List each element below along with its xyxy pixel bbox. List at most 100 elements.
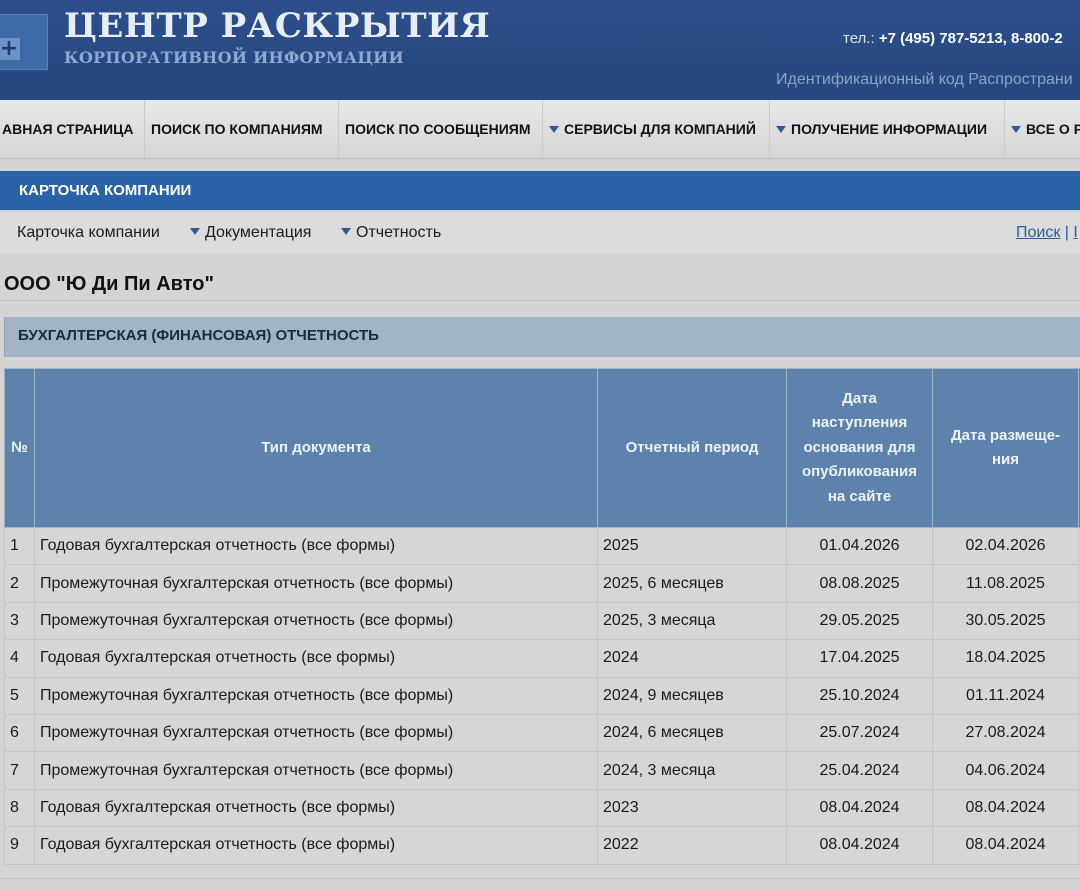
cell-post-date: 27.08.2024 xyxy=(932,713,1079,753)
nav-item-get-information[interactable]: ПОЛУЧЕНИЕ ИНФОРМАЦИИ xyxy=(770,100,1005,158)
cell-basis-date: 25.07.2024 xyxy=(786,713,933,753)
table-row[interactable]: 7 Промежуточная бухгалтерская отчетность … xyxy=(4,751,1080,790)
cell-doc-type: Годовая бухгалтерская отчетность (все фо… xyxy=(34,826,598,865)
table-row[interactable]: 2 Промежуточная бухгалтерская отчетность … xyxy=(4,564,1080,603)
table-header-row: № Тип документа Отчетный период Дата нас… xyxy=(4,368,1080,528)
subnav-item-reporting[interactable]: Отчетность xyxy=(341,212,441,254)
cell-period: 2022 xyxy=(597,826,787,865)
cell-post-date: 11.08.2025 xyxy=(932,564,1079,603)
subnav-item-label: Документация xyxy=(205,224,312,241)
reports-table: № Тип документа Отчетный период Дата нас… xyxy=(4,368,1080,865)
cell-post-date: 01.11.2024 xyxy=(932,676,1079,715)
company-name: ООО "Ю Ди Пи Авто" xyxy=(4,273,214,295)
table-row[interactable]: 5 Промежуточная бухгалтерская отчетность … xyxy=(4,676,1080,715)
company-card-title: КАРТОЧКА КОМПАНИИ xyxy=(19,182,192,199)
cell-post-date: 18.04.2025 xyxy=(932,639,1079,678)
cell-basis-date: 17.04.2025 xyxy=(786,639,933,678)
cell-period: 2025, 6 месяцев xyxy=(597,564,787,603)
cell-basis-date: 08.04.2024 xyxy=(786,826,933,865)
nav-item-message-search[interactable]: ПОИСК ПО СООБЩЕНИЯМ xyxy=(339,100,543,158)
main-nav: АВНАЯ СТРАНИЦА ПОИСК ПО КОМПАНИЯМ ПОИСК … xyxy=(0,100,1080,159)
cell-doc-type: Годовая бухгалтерская отчетность (все фо… xyxy=(34,788,598,828)
nav-item-home[interactable]: АВНАЯ СТРАНИЦА xyxy=(0,100,145,158)
search-link[interactable]: Поиск xyxy=(1016,224,1060,241)
site-header: + ЦЕНТР РАСКРЫТИЯ КОРПОРАТИВНОЙ ИНФОРМАЦ… xyxy=(0,0,1080,100)
cell-post-date: 04.06.2024 xyxy=(932,751,1079,790)
cell-period: 2025 xyxy=(597,526,787,566)
link-separator: | xyxy=(1060,224,1074,241)
cell-post-date: 30.05.2025 xyxy=(932,601,1079,641)
subnav-item-company-card[interactable]: Карточка компании xyxy=(17,212,160,254)
cell-post-date: 02.04.2026 xyxy=(932,526,1079,566)
nav-item-label: АВНАЯ СТРАНИЦА xyxy=(2,121,134,137)
table-row[interactable]: 8 Годовая бухгалтерская отчетность (все ф… xyxy=(4,788,1080,828)
col-header-doc-type: Тип документа xyxy=(34,368,598,528)
dropdown-arrow-icon xyxy=(549,125,559,133)
subnav-item-documentation[interactable]: Документация xyxy=(190,212,311,254)
phone-number: +7 (495) 787-5213, 8-800-2 xyxy=(878,30,1063,47)
site-subtitle: КОРПОРАТИВНОЙ ИНФОРМАЦИИ xyxy=(64,48,404,67)
dropdown-arrow-icon xyxy=(190,228,200,236)
plus-icon: + xyxy=(0,36,20,61)
cell-basis-date: 25.04.2024 xyxy=(786,751,933,790)
nav-item-company-search[interactable]: ПОИСК ПО КОМПАНИЯМ xyxy=(145,100,339,158)
col-header-number: № xyxy=(4,368,35,528)
cell-number: 8 xyxy=(4,788,35,828)
table-row[interactable]: 4 Годовая бухгалтерская отчетность (все ф… xyxy=(4,639,1080,678)
cell-period: 2024, 3 месяца xyxy=(597,751,787,790)
cell-number: 4 xyxy=(4,639,35,678)
subnav-item-label: Отчетность xyxy=(356,224,442,241)
site-title[interactable]: ЦЕНТР РАСКРЫТИЯ xyxy=(64,6,490,46)
cell-number: 2 xyxy=(4,564,35,603)
cell-number: 9 xyxy=(4,826,35,865)
divider xyxy=(0,878,1080,879)
nav-item-label: ПОИСК ПО КОМПАНИЯМ xyxy=(151,121,323,137)
cell-doc-type: Промежуточная бухгалтерская отчетность (… xyxy=(34,676,598,715)
cell-basis-date: 29.05.2025 xyxy=(786,601,933,641)
cell-doc-type: Промежуточная бухгалтерская отчетность (… xyxy=(34,751,598,790)
cell-doc-type: Промежуточная бухгалтерская отчетность (… xyxy=(34,564,598,603)
cell-number: 1 xyxy=(4,526,35,566)
nav-item-label: ПОИСК ПО СООБЩЕНИЯМ xyxy=(345,121,531,137)
subnav-links: Поиск | І xyxy=(1016,212,1078,254)
cell-period: 2024 xyxy=(597,639,787,678)
sub-nav: Карточка компании Документация Отчетност… xyxy=(0,212,1080,254)
cell-doc-type: Годовая бухгалтерская отчетность (все фо… xyxy=(34,526,598,566)
divider xyxy=(0,300,1080,301)
dropdown-arrow-icon xyxy=(776,125,786,133)
nav-item-company-services[interactable]: СЕРВИСЫ ДЛЯ КОМПАНИЙ xyxy=(543,100,770,158)
company-card-bar: КАРТОЧКА КОМПАНИИ xyxy=(0,171,1080,210)
distributor-id-text: Идентификационный код Распространи xyxy=(776,71,1073,88)
nav-item-label: СЕРВИСЫ ДЛЯ КОМПАНИЙ xyxy=(564,121,756,137)
phone-prefix: тел.: xyxy=(843,30,879,47)
cut-off-link[interactable]: І xyxy=(1073,224,1077,241)
dropdown-arrow-icon xyxy=(1011,125,1021,133)
cell-number: 3 xyxy=(4,601,35,641)
col-header-basis-date: Дата наступления основания для опубликов… xyxy=(786,368,933,528)
table-row[interactable]: 9 Годовая бухгалтерская отчетность (все ф… xyxy=(4,826,1080,865)
table-row[interactable]: 1 Годовая бухгалтерская отчетность (все ф… xyxy=(4,526,1080,566)
section-header: БУХГАЛТЕРСКАЯ (ФИНАНСОВАЯ) ОТЧЕТНОСТЬ xyxy=(4,317,1080,357)
cell-basis-date: 08.04.2024 xyxy=(786,788,933,828)
col-header-period: Отчетный период xyxy=(597,368,787,528)
table-row[interactable]: 6 Промежуточная бухгалтерская отчетность … xyxy=(4,713,1080,753)
cell-period: 2023 xyxy=(597,788,787,828)
cell-doc-type: Годовая бухгалтерская отчетность (все фо… xyxy=(34,639,598,678)
nav-item-all-about[interactable]: ВСЕ О Р xyxy=(1005,100,1080,158)
cell-period: 2025, 3 месяца xyxy=(597,601,787,641)
cell-period: 2024, 9 месяцев xyxy=(597,676,787,715)
cell-doc-type: Промежуточная бухгалтерская отчетность (… xyxy=(34,601,598,641)
section-title: БУХГАЛТЕРСКАЯ (ФИНАНСОВАЯ) ОТЧЕТНОСТЬ xyxy=(18,327,379,344)
contact-phone: тел.: +7 (495) 787-5213, 8-800-2 xyxy=(843,29,1063,49)
nav-item-label: ПОЛУЧЕНИЕ ИНФОРМАЦИИ xyxy=(791,121,987,137)
cell-basis-date: 01.04.2026 xyxy=(786,526,933,566)
cell-number: 5 xyxy=(4,676,35,715)
cell-number: 6 xyxy=(4,713,35,753)
table-row[interactable]: 3 Промежуточная бухгалтерская отчетность … xyxy=(4,601,1080,641)
dropdown-arrow-icon xyxy=(341,228,351,236)
cell-post-date: 08.04.2024 xyxy=(932,826,1079,865)
cell-basis-date: 25.10.2024 xyxy=(786,676,933,715)
cell-basis-date: 08.08.2025 xyxy=(786,564,933,603)
cell-doc-type: Промежуточная бухгалтерская отчетность (… xyxy=(34,713,598,753)
cell-number: 7 xyxy=(4,751,35,790)
